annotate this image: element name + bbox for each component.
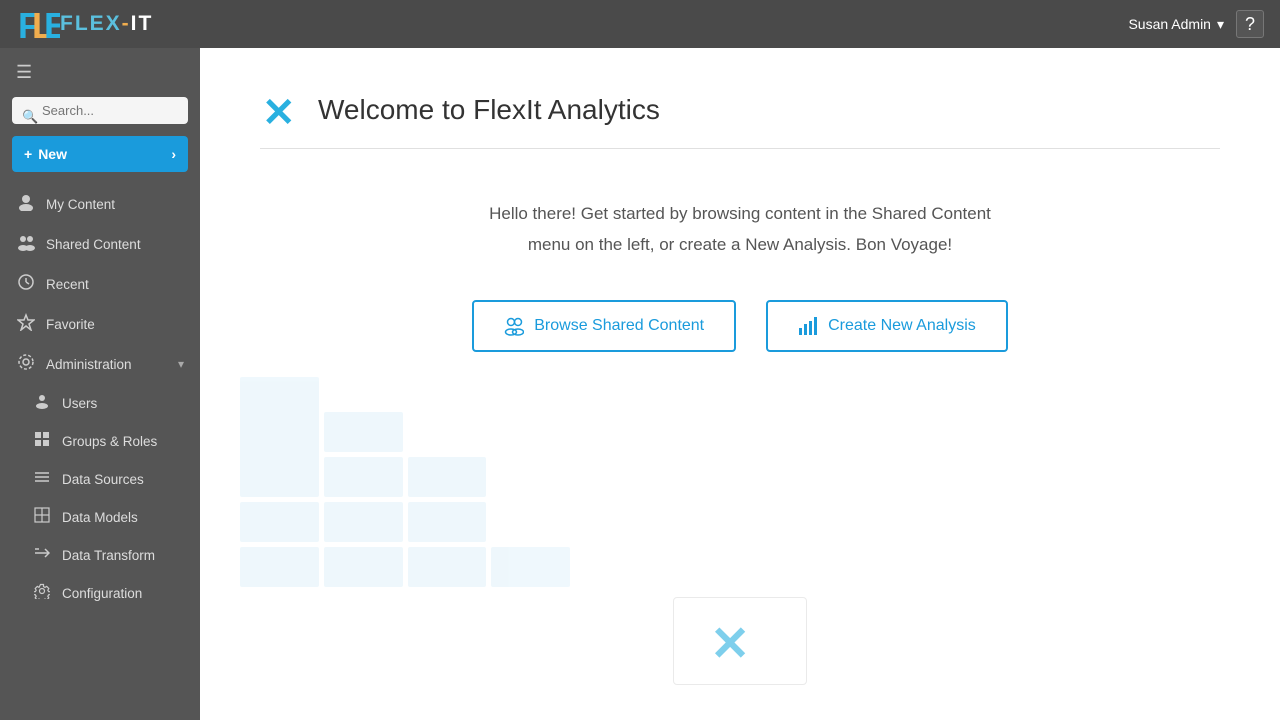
browse-icon: [504, 316, 524, 336]
sidebar-item-users[interactable]: Users: [0, 384, 200, 422]
welcome-title: ✕ Welcome to FlexIt Analytics: [260, 88, 1220, 149]
create-new-analysis-label: Create New Analysis: [828, 317, 976, 335]
welcome-section: ✕ Welcome to FlexIt Analytics Hello ther…: [200, 48, 1280, 412]
sidebar-item-favorite-label: Favorite: [46, 317, 184, 332]
svg-text:✕: ✕: [262, 91, 296, 132]
action-buttons: Browse Shared Content Create New Analysi…: [260, 300, 1220, 352]
shared-content-icon: [16, 233, 36, 255]
watermark-area: [200, 412, 1280, 587]
help-button[interactable]: ?: [1236, 10, 1264, 38]
favorite-icon: [16, 313, 36, 335]
sidebar-item-administration[interactable]: Administration ▾: [0, 344, 200, 384]
new-button[interactable]: + New ›: [12, 136, 188, 172]
create-new-analysis-button[interactable]: Create New Analysis: [766, 300, 1008, 352]
search-icon: 🔍: [22, 109, 38, 125]
browse-shared-content-label: Browse Shared Content: [534, 317, 704, 335]
new-button-label: New: [38, 146, 67, 162]
svg-text:E: E: [44, 5, 60, 46]
center-logo-box: ✕: [673, 597, 807, 685]
welcome-body: Hello there! Get started by browsing con…: [260, 169, 1220, 290]
welcome-line2: menu on the left, or create a New Analys…: [260, 230, 1220, 261]
center-logo-container: ✕: [200, 597, 1280, 685]
browse-shared-content-button[interactable]: Browse Shared Content: [472, 300, 736, 352]
watermark-grid: [240, 412, 1240, 587]
sidebar-item-data-models-label: Data Models: [62, 510, 184, 525]
sidebar-item-configuration-label: Configuration: [62, 586, 184, 601]
data-models-icon: [32, 507, 52, 527]
sidebar-item-configuration[interactable]: Configuration: [0, 574, 200, 612]
data-sources-icon: [32, 469, 52, 489]
groups-roles-icon: [32, 431, 52, 451]
logo: F L E FLEX-IT: [16, 2, 153, 46]
sidebar-item-groups-roles[interactable]: Groups & Roles: [0, 422, 200, 460]
topbar-logo-icon: F L E: [16, 2, 60, 46]
search-input[interactable]: [12, 97, 188, 124]
sidebar-item-favorite[interactable]: Favorite: [0, 304, 200, 344]
logo-text: FLEX-IT: [60, 12, 153, 36]
sidebar-item-groups-roles-label: Groups & Roles: [62, 434, 184, 449]
configuration-icon: [32, 583, 52, 603]
page-title: Welcome to FlexIt Analytics: [318, 94, 660, 126]
sidebar-item-users-label: Users: [62, 396, 184, 411]
main-layout: ☰ 🔍 + New › My Content Shared Content: [0, 48, 1280, 720]
hamburger-menu[interactable]: ☰: [0, 48, 200, 97]
search-container: 🔍: [0, 97, 200, 136]
welcome-line1: Hello there! Get started by browsing con…: [260, 199, 1220, 230]
administration-icon: [16, 353, 36, 375]
sidebar: ☰ 🔍 + New › My Content Shared Content: [0, 48, 200, 720]
svg-text:✕: ✕: [710, 618, 750, 666]
sidebar-item-my-content[interactable]: My Content: [0, 184, 200, 224]
sidebar-item-data-models[interactable]: Data Models: [0, 498, 200, 536]
my-content-icon: [16, 193, 36, 215]
new-button-plus-icon: +: [24, 146, 32, 162]
sidebar-item-recent[interactable]: Recent: [0, 264, 200, 304]
topbar: F L E FLEX-IT Susan Admin ▾ ?: [0, 0, 1280, 48]
center-logo-icon: ✕: [710, 616, 770, 666]
user-name: Susan Admin: [1128, 16, 1211, 32]
sidebar-item-administration-label: Administration: [46, 357, 168, 372]
create-icon: [798, 316, 818, 336]
content-area: ✕ Welcome to FlexIt Analytics Hello ther…: [200, 48, 1280, 720]
welcome-logo-icon: ✕: [260, 88, 304, 132]
sidebar-item-recent-label: Recent: [46, 277, 184, 292]
data-transform-icon: [32, 545, 52, 565]
sidebar-item-data-sources[interactable]: Data Sources: [0, 460, 200, 498]
sidebar-item-data-transform[interactable]: Data Transform: [0, 536, 200, 574]
new-button-arrow-icon: ›: [171, 146, 176, 162]
sidebar-item-shared-content[interactable]: Shared Content: [0, 224, 200, 264]
user-dropdown-icon: ▾: [1217, 16, 1224, 33]
administration-chevron-icon: ▾: [178, 357, 184, 371]
sidebar-item-data-transform-label: Data Transform: [62, 548, 184, 563]
sidebar-item-data-sources-label: Data Sources: [62, 472, 184, 487]
user-menu[interactable]: Susan Admin ▾: [1128, 16, 1224, 33]
users-icon: [32, 393, 52, 413]
topbar-right: Susan Admin ▾ ?: [1128, 10, 1264, 38]
sidebar-item-shared-content-label: Shared Content: [46, 237, 184, 252]
sidebar-item-my-content-label: My Content: [46, 197, 184, 212]
recent-icon: [16, 273, 36, 295]
